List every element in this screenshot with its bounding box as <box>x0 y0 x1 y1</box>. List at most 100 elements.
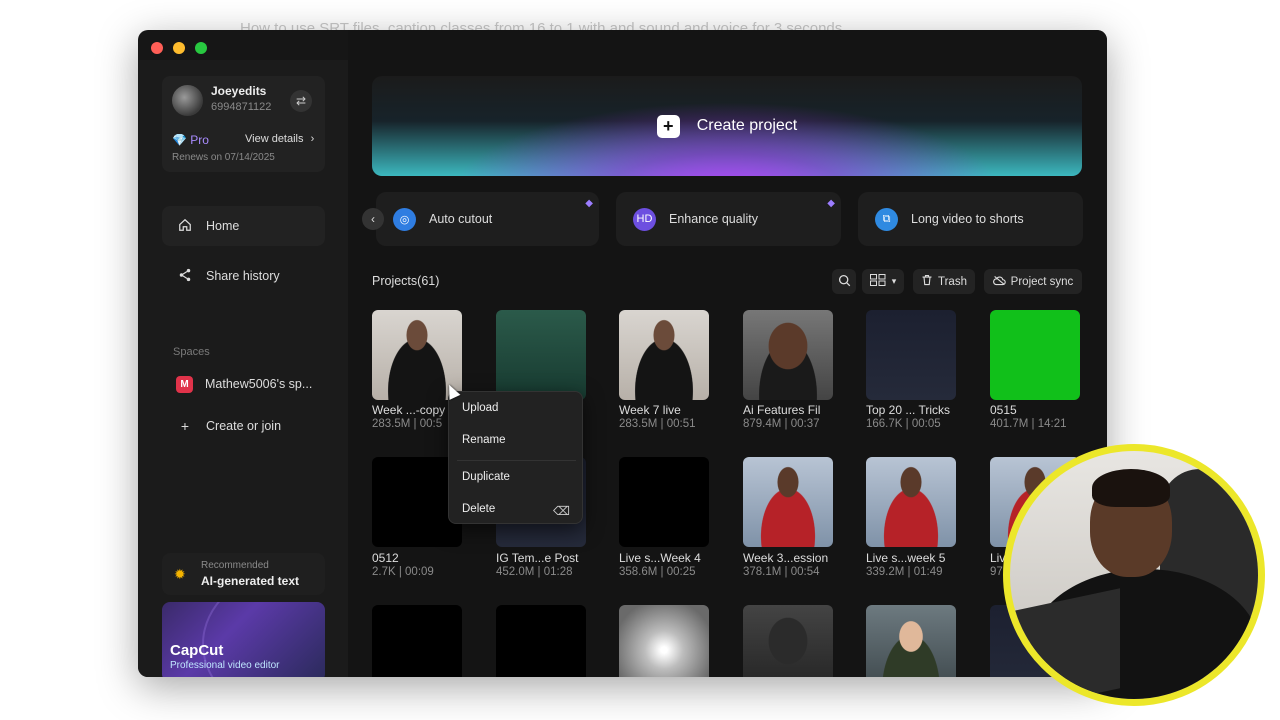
project-thumbnail[interactable] <box>990 310 1080 400</box>
gem-icon: ◆ <box>827 198 835 209</box>
project-thumbnail[interactable] <box>496 605 586 677</box>
home-icon <box>176 218 194 235</box>
project-sync-button[interactable]: Project sync <box>984 269 1082 294</box>
webcam-laptop <box>1010 588 1120 699</box>
view-details-link[interactable]: View details › <box>245 133 314 145</box>
promo-subtitle: Professional video editor <box>170 660 280 671</box>
share-icon <box>176 268 194 285</box>
account-card[interactable]: Joeyedits 6994871122 ⇄ 💎 Pro View detail… <box>162 76 325 172</box>
project-meta: 378.1M | 00:54 <box>743 566 820 578</box>
recommended-label: Recommended <box>201 560 269 571</box>
project-meta: 283.5M | 00:5 <box>372 418 443 430</box>
view-mode-button[interactable]: ▾ <box>862 269 904 294</box>
projects-title: Projects(61) <box>372 274 440 288</box>
trash-label: Trash <box>938 275 967 288</box>
create-or-join-label: Create or join <box>206 419 282 433</box>
webcam-overlay <box>1003 444 1265 706</box>
chevron-right-icon: › <box>310 133 315 145</box>
gem-icon: ◆ <box>585 198 593 209</box>
plus-icon: + <box>656 114 680 138</box>
project-title: 0515 <box>990 403 1017 417</box>
space-item[interactable]: M Mathew5006's sp... <box>162 364 325 404</box>
project-meta: 283.5M | 00:51 <box>619 418 696 430</box>
spaces-label: Spaces <box>173 346 210 358</box>
webcam-person-hair <box>1092 469 1170 507</box>
account-id: 6994871122 <box>211 101 272 113</box>
renewal-date: Renews on 07/14/2025 <box>172 152 275 163</box>
project-title: Live s...week 5 <box>866 551 946 565</box>
capcut-promo-card[interactable]: CapCut Professional video editor <box>162 602 325 677</box>
nav-home[interactable]: Home <box>162 206 325 246</box>
search-button[interactable] <box>832 269 856 294</box>
hd-icon: HD <box>633 207 656 231</box>
project-title: Live s...Week 4 <box>619 551 701 565</box>
project-thumbnail[interactable] <box>743 605 833 677</box>
switch-account-button[interactable]: ⇄ <box>290 90 312 112</box>
create-project-banner[interactable]: + Create project <box>372 76 1082 176</box>
menu-item-rename[interactable]: Rename <box>462 434 505 446</box>
tool-enhance-quality-label: Enhance quality <box>669 212 758 226</box>
project-meta: 358.6M | 00:25 <box>619 566 696 578</box>
project-title: Top 20 ... Tricks <box>866 403 951 417</box>
project-thumbnail[interactable] <box>619 457 709 547</box>
space-name: Mathew5006's sp... <box>205 377 313 391</box>
recommended-title: AI-generated text <box>201 574 300 588</box>
project-thumbnail[interactable] <box>372 605 462 677</box>
project-meta: 97 <box>990 566 1003 578</box>
menu-item-delete[interactable]: Delete <box>462 503 495 515</box>
gem-icon: 💎 <box>172 133 187 147</box>
cutout-icon: ◎ <box>393 207 416 231</box>
create-project-label: Create project <box>696 117 798 134</box>
tool-enhance-quality[interactable]: HD Enhance quality ◆ <box>616 192 841 246</box>
project-title: Week 3...ession <box>743 551 829 565</box>
project-title: Week ...-copy <box>372 403 446 417</box>
context-menu: Upload Rename Duplicate Delete ⌫ <box>448 391 583 524</box>
avatar <box>172 85 203 116</box>
cloud-icon <box>992 275 1006 289</box>
space-badge: M <box>176 375 193 393</box>
tool-auto-cutout-label: Auto cutout <box>429 212 493 226</box>
menu-item-upload[interactable]: Upload <box>462 402 498 414</box>
project-thumbnail[interactable] <box>743 310 833 400</box>
project-thumbnail[interactable] <box>866 605 956 677</box>
backspace-icon: ⌫ <box>553 504 570 518</box>
shorts-icon: ⧉ <box>875 207 898 231</box>
project-thumbnail[interactable] <box>619 310 709 400</box>
maximize-window-button[interactable] <box>195 42 207 54</box>
minimize-window-button[interactable] <box>173 42 185 54</box>
search-icon <box>838 274 851 290</box>
project-meta: 452.0M | 01:28 <box>496 566 573 578</box>
project-meta: 2.7K | 00:09 <box>372 566 434 578</box>
close-window-button[interactable] <box>151 42 163 54</box>
project-title: Ai Features Fil <box>743 403 821 417</box>
sidebar: Joeyedits 6994871122 ⇄ 💎 Pro View detail… <box>138 60 348 677</box>
project-thumbnail[interactable] <box>866 457 956 547</box>
promo-title: CapCut <box>170 642 224 659</box>
nav-share-history[interactable]: Share history <box>162 256 325 296</box>
project-title: IG Tem...e Post <box>496 551 579 565</box>
project-meta: 879.4M | 00:37 <box>743 418 820 430</box>
project-thumbnail[interactable] <box>496 310 586 400</box>
main-content: + Create project ◎ Auto cutout ◆ HD Enha… <box>348 30 1107 677</box>
project-thumbnail[interactable] <box>619 605 709 677</box>
tools-scroll-left-button[interactable]: ‹ <box>362 208 384 230</box>
project-thumbnail[interactable] <box>743 457 833 547</box>
nav-share-history-label: Share history <box>206 269 280 283</box>
tool-long-video-to-shorts[interactable]: ⧉ Long video to shorts <box>858 192 1083 246</box>
menu-item-duplicate[interactable]: Duplicate <box>462 471 510 483</box>
project-sync-label: Project sync <box>1010 275 1074 288</box>
project-meta: 166.7K | 00:05 <box>866 418 941 430</box>
recommended-card[interactable]: ✹ Recommended AI-generated text <box>162 553 325 595</box>
trash-button[interactable]: Trash <box>913 269 975 294</box>
chevron-down-icon: ▾ <box>891 276 897 286</box>
project-meta: 339.2M | 01:49 <box>866 566 943 578</box>
account-name: Joeyedits <box>211 84 267 98</box>
app-window: Joeyedits 6994871122 ⇄ 💎 Pro View detail… <box>138 30 1107 677</box>
create-or-join-space[interactable]: + Create or join <box>162 406 325 446</box>
tool-auto-cutout[interactable]: ◎ Auto cutout ◆ <box>376 192 599 246</box>
nav-home-label: Home <box>206 219 240 233</box>
project-title: 0512 <box>372 551 399 565</box>
lightbulb-icon: ✹ <box>174 566 186 582</box>
pro-badge: 💎 Pro <box>172 133 209 147</box>
project-thumbnail[interactable] <box>866 310 956 400</box>
